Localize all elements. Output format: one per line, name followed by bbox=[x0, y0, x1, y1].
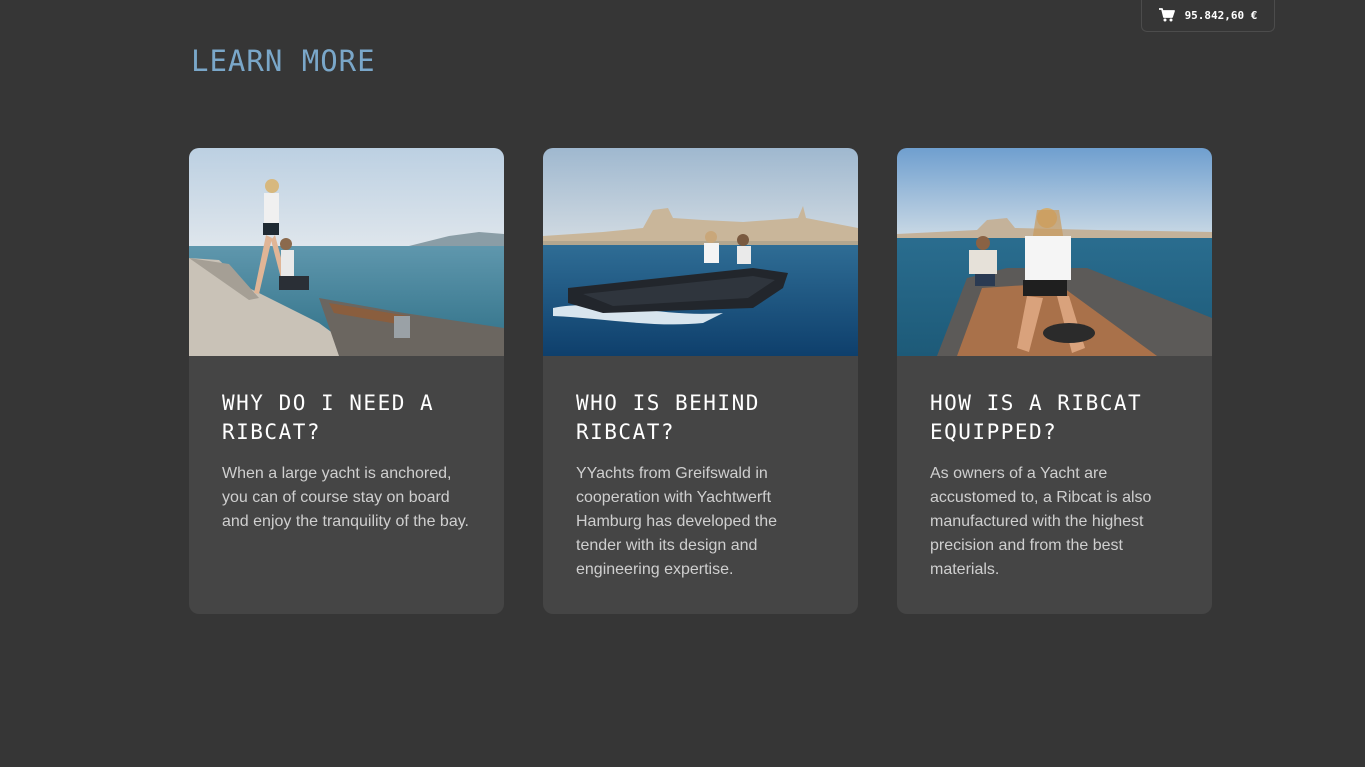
shopping-cart-icon bbox=[1158, 8, 1175, 22]
card-title: WHY DO I NEED A RIBCAT? bbox=[222, 391, 435, 444]
card-who-behind[interactable]: WHO IS BEHIND RIBCAT? YYachts from Greif… bbox=[543, 148, 858, 614]
card-body: HOW IS A RIBCAT EQUIPPED? As owners of a… bbox=[897, 356, 1212, 582]
card-body: WHO IS BEHIND RIBCAT? YYachts from Greif… bbox=[543, 356, 858, 582]
card-why-ribcat[interactable]: WHY DO I NEED A RIBCAT? When a large yac… bbox=[189, 148, 504, 614]
card-title: HOW IS A RIBCAT EQUIPPED? bbox=[930, 391, 1143, 444]
card-body: WHY DO I NEED A RIBCAT? When a large yac… bbox=[189, 356, 504, 534]
page: 95.842,60 € LEARN MORE WHY DO I NEED A R… bbox=[0, 0, 1365, 767]
card-title: WHO IS BEHIND RIBCAT? bbox=[576, 391, 760, 444]
cart-button[interactable]: 95.842,60 € bbox=[1141, 0, 1275, 32]
tender-cruising-bay-photo bbox=[543, 148, 858, 356]
cart-total: 95.842,60 € bbox=[1184, 8, 1258, 22]
card-text: When a large yacht is anchored, you can … bbox=[222, 465, 469, 530]
card-text: As owners of a Yacht are accustomed to, … bbox=[930, 465, 1152, 578]
woman-stepping-onto-tender-photo bbox=[189, 148, 504, 356]
card-how-equipped[interactable]: HOW IS A RIBCAT EQUIPPED? As owners of a… bbox=[897, 148, 1212, 614]
woman-steering-tender-photo bbox=[897, 148, 1212, 356]
card-grid: WHY DO I NEED A RIBCAT? When a large yac… bbox=[189, 148, 1212, 614]
section-title: LEARN MORE bbox=[191, 44, 376, 78]
card-text: YYachts from Greifswald in cooperation w… bbox=[576, 465, 778, 578]
